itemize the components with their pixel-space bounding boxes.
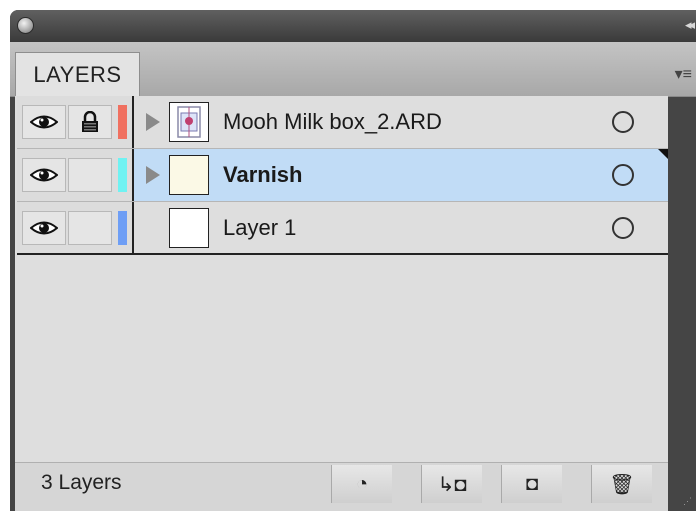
target-circle-icon[interactable]: [612, 216, 634, 239]
panel-titlebar[interactable]: ◂◂: [10, 10, 696, 42]
target-circle-icon[interactable]: [612, 111, 634, 133]
layer-row[interactable]: Layer 1: [17, 202, 668, 255]
clipping-mask-icon: ◔: [355, 472, 369, 495]
current-layer-indicator: [658, 149, 668, 159]
layer-rows: Mooh Milk box_2.ARD Varnish Layer 1: [17, 96, 668, 255]
tab-bar: LAYERS ▾≡: [10, 42, 696, 97]
create-sublayer-icon: ↳◘: [437, 473, 467, 496]
layer-controls: [17, 149, 134, 201]
layer-color-swatch: [118, 158, 127, 192]
layer-main[interactable]: Varnish: [134, 149, 668, 201]
layer-thumbnail: [169, 155, 209, 195]
layer-color-swatch: [118, 210, 127, 245]
delete-layer-button[interactable]: 🗑: [591, 465, 652, 503]
expand-triangle-icon[interactable]: [146, 166, 160, 184]
close-button[interactable]: [17, 17, 34, 34]
layer-controls: [17, 96, 134, 148]
panel-footer: 3 Layers ◔ ↳◘ ◘ 🗑: [15, 462, 668, 511]
target-circle-icon[interactable]: [612, 164, 634, 186]
expand-triangle-icon[interactable]: [146, 113, 160, 131]
visibility-eye-icon[interactable]: [22, 210, 66, 245]
trash-icon: 🗑: [609, 473, 635, 496]
lock-toggle[interactable]: [68, 210, 112, 245]
create-sublayer-button[interactable]: ↳◘: [421, 465, 482, 503]
layer-thumbnail: [169, 207, 209, 248]
layer-row[interactable]: Varnish: [17, 149, 668, 202]
layer-main[interactable]: Mooh Milk box_2.ARD: [134, 96, 668, 148]
layer-row[interactable]: Mooh Milk box_2.ARD: [17, 96, 668, 149]
layer-color-swatch: [118, 105, 127, 139]
layers-list: Mooh Milk box_2.ARD Varnish Layer 1 3 Laye…: [15, 96, 668, 511]
lock-toggle[interactable]: [68, 158, 112, 192]
tab-layers[interactable]: LAYERS: [15, 52, 140, 97]
layer-name[interactable]: Layer 1: [223, 215, 612, 241]
visibility-eye-icon[interactable]: [22, 105, 66, 139]
layer-count: 3 Layers: [41, 471, 122, 494]
panel-menu-icon[interactable]: ▾≡: [675, 64, 692, 84]
resize-grip-icon[interactable]: ⋰: [683, 497, 692, 506]
new-layer-button[interactable]: ◘: [501, 465, 562, 503]
make-clipping-mask-button[interactable]: ◔: [331, 465, 392, 503]
layers-panel: ◂◂ LAYERS ▾≡ Mooh Milk box_2.ARD Varnish L…: [10, 10, 696, 511]
layer-controls: [17, 202, 134, 253]
layer-thumbnail: [169, 102, 209, 142]
visibility-eye-icon[interactable]: [22, 158, 66, 192]
layer-name[interactable]: Mooh Milk box_2.ARD: [223, 109, 612, 135]
layer-name[interactable]: Varnish: [223, 162, 612, 188]
collapse-icon[interactable]: ◂◂: [685, 17, 695, 33]
lock-icon[interactable]: [68, 105, 112, 139]
layer-main[interactable]: Layer 1: [134, 202, 668, 253]
new-layer-icon: ◘: [525, 472, 539, 495]
